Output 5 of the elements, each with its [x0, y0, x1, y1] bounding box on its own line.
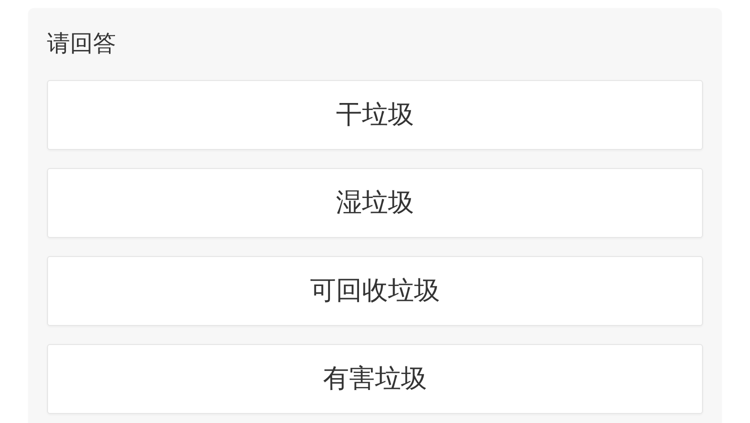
answer-option[interactable]: 有害垃圾	[47, 344, 703, 414]
answer-option[interactable]: 干垃圾	[47, 80, 703, 150]
answer-option[interactable]: 湿垃圾	[47, 168, 703, 238]
answer-option[interactable]: 可回收垃圾	[47, 256, 703, 326]
question-prompt: 请回答	[47, 30, 116, 58]
